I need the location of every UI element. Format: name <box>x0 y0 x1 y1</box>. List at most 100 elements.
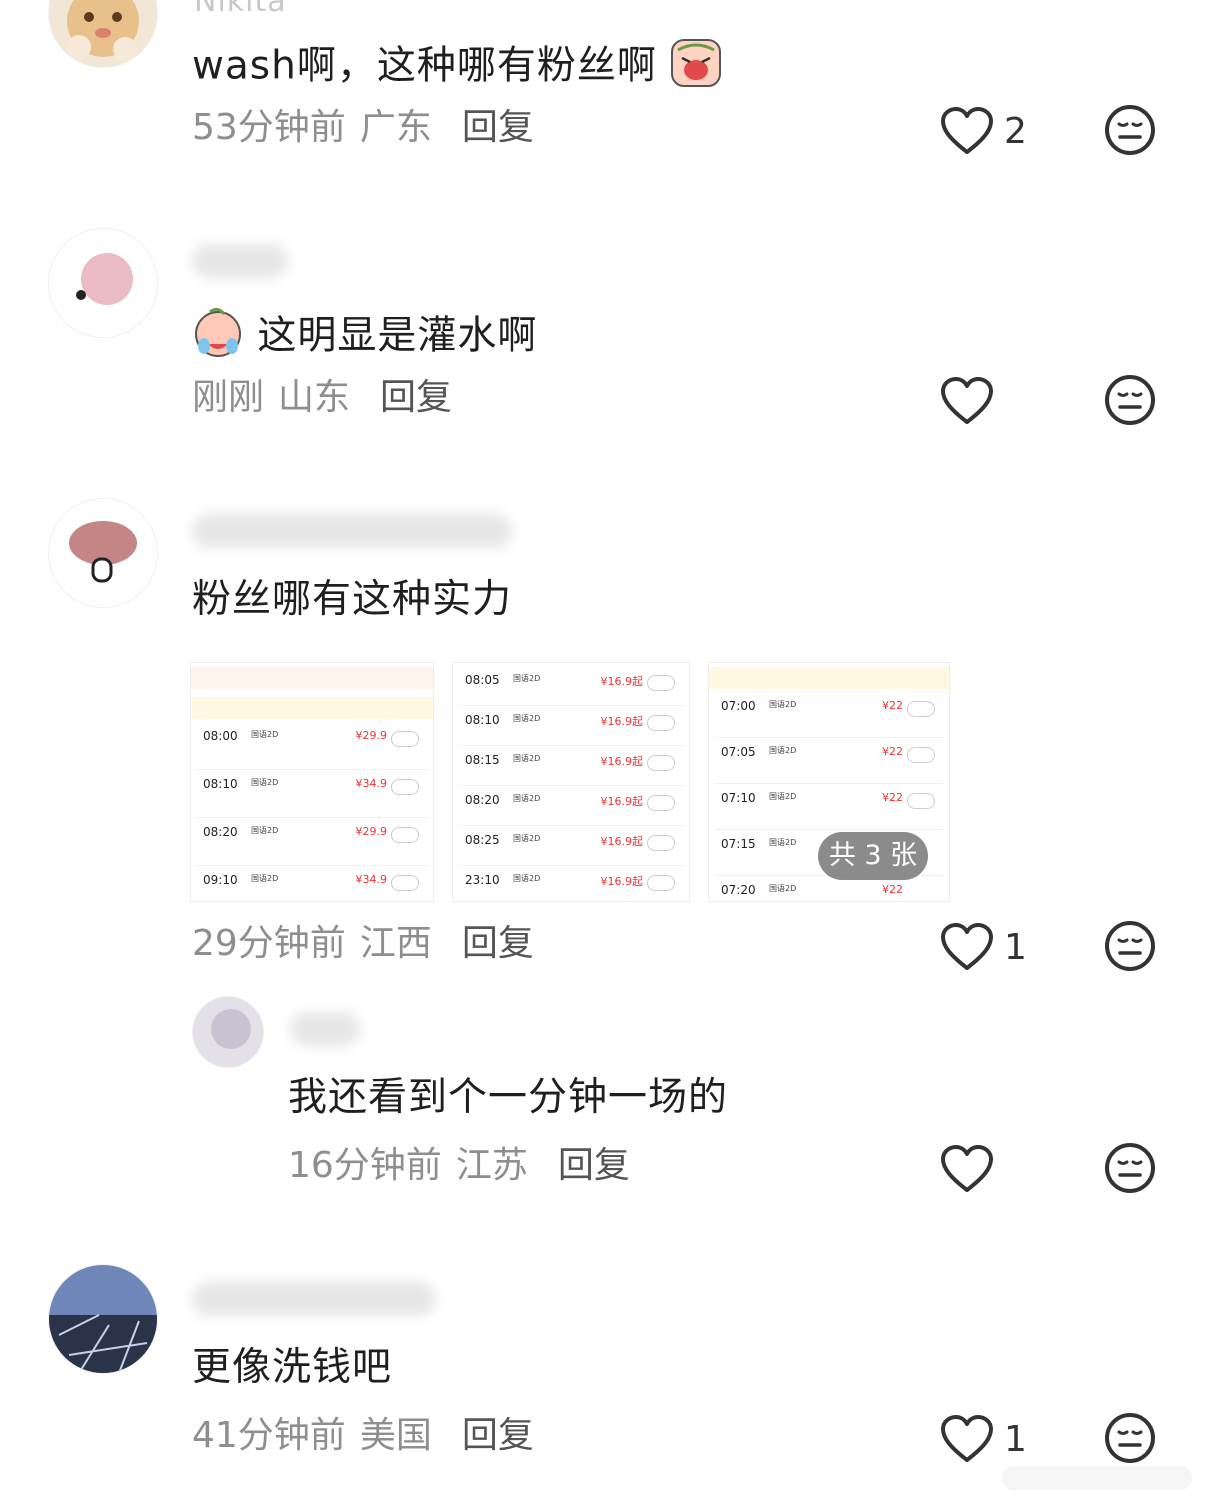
showtime: 08:10 <box>203 777 238 791</box>
price: ¥16.9起 <box>600 795 644 808</box>
like-count: 2 <box>1004 111 1027 152</box>
showtime: 08:20 <box>465 793 500 807</box>
location: 江西 <box>359 923 432 964</box>
heart-outline-icon[interactable] <box>940 922 994 972</box>
book-button[interactable] <box>647 715 675 731</box>
format: 国语2D <box>513 834 541 843</box>
book-button[interactable] <box>907 793 935 809</box>
showtime: 08:00 <box>203 729 238 743</box>
price: ¥16.9起 <box>600 675 644 688</box>
timestamp: 16分钟前 <box>288 1145 442 1186</box>
format: 国语2D <box>769 700 797 709</box>
heart-outline-icon[interactable] <box>940 106 994 156</box>
price: ¥34.9 <box>355 873 388 886</box>
price: ¥16.9起 <box>600 835 644 848</box>
timestamp: 29分钟前 <box>192 923 346 964</box>
showtime: 08:10 <box>465 713 500 727</box>
heart-outline-icon[interactable] <box>940 376 994 426</box>
comment-text: 这明显是灌水啊 <box>192 306 537 370</box>
showtime: 08:05 <box>465 673 500 687</box>
neutral-face-icon[interactable] <box>1104 920 1156 972</box>
price: ¥29.9 <box>355 825 388 838</box>
comment-meta: 53分钟前 广东 回复 <box>192 106 534 150</box>
username[interactable]: Nikita <box>194 0 287 26</box>
showtime: 08:20 <box>203 825 238 839</box>
image-count-badge[interactable]: 共 3 张 <box>818 832 928 880</box>
timestamp: 刚刚 <box>192 377 265 418</box>
user-avatar[interactable] <box>48 498 158 608</box>
like-count: 1 <box>1004 1419 1027 1460</box>
format: 国语2D <box>769 746 797 755</box>
format: 国语2D <box>769 884 797 893</box>
price: ¥34.9 <box>355 777 388 790</box>
book-button[interactable] <box>647 755 675 771</box>
reply-button[interactable]: 回复 <box>462 923 534 964</box>
like-count: 1 <box>1004 927 1027 968</box>
location: 江苏 <box>455 1145 528 1186</box>
reply-button[interactable]: 回复 <box>558 1145 630 1186</box>
format: 国语2D <box>769 838 797 847</box>
reply-button[interactable]: 回复 <box>380 377 452 418</box>
book-button[interactable] <box>647 675 675 691</box>
username-blurred[interactable] <box>192 244 288 278</box>
format: 国语2D <box>513 714 541 723</box>
book-button[interactable] <box>647 835 675 851</box>
heart-outline-icon[interactable] <box>940 1144 994 1194</box>
book-button[interactable] <box>907 701 935 717</box>
location: 山东 <box>278 377 351 418</box>
format: 国语2D <box>251 730 279 739</box>
username-blurred[interactable] <box>192 1282 436 1316</box>
watermark-overlay <box>1002 1464 1192 1492</box>
neutral-face-icon[interactable] <box>1104 1142 1156 1194</box>
username-blurred[interactable] <box>290 1012 360 1046</box>
comment-text: 更像洗钱吧 <box>192 1345 393 1390</box>
username-blurred[interactable] <box>192 514 512 548</box>
screenshot-thumbnail-2[interactable]: 08:05 国语2D ¥16.9起 08:10 国语2D ¥16.9起 08:1… <box>452 662 690 902</box>
price: ¥16.9起 <box>600 715 644 728</box>
book-button[interactable] <box>391 875 419 891</box>
comment-text: 粉丝哪有这种实力 <box>192 577 513 622</box>
laughing-crying-emoji-icon <box>192 306 244 370</box>
showtime: 07:10 <box>721 791 756 805</box>
book-button[interactable] <box>391 827 419 843</box>
showtime: 07:05 <box>721 745 756 759</box>
price: ¥22 <box>882 791 903 804</box>
reply-button[interactable]: 回复 <box>462 107 534 148</box>
book-button[interactable] <box>907 747 935 763</box>
comment-meta: 16分钟前 江苏 回复 <box>288 1144 630 1188</box>
screenshot-thumbnail-1[interactable]: 08:00 国语2D ¥29.9 08:10 国语2D ¥34.9 08:20 … <box>190 662 434 902</box>
showtime: 08:15 <box>465 753 500 767</box>
price: ¥22 <box>882 883 903 896</box>
format: 国语2D <box>513 794 541 803</box>
format: 国语2D <box>251 778 279 787</box>
format: 国语2D <box>769 792 797 801</box>
image-gallery[interactable]: 08:00 国语2D ¥29.9 08:10 国语2D ¥34.9 08:20 … <box>190 662 950 902</box>
price: ¥16.9起 <box>600 875 644 888</box>
user-avatar[interactable] <box>48 228 158 338</box>
comment-text-content: wash啊，这种哪有粉丝啊 <box>192 43 657 89</box>
user-avatar[interactable] <box>192 996 264 1068</box>
comment-text: wash啊，这种哪有粉丝啊 <box>192 36 722 100</box>
location: 广东 <box>359 107 432 148</box>
comment-text-content: 这明显是灌水啊 <box>257 313 538 359</box>
showtime: 08:25 <box>465 833 500 847</box>
book-button[interactable] <box>391 731 419 747</box>
showtime: 07:15 <box>721 837 756 851</box>
neutral-face-icon[interactable] <box>1104 374 1156 426</box>
timestamp: 41分钟前 <box>192 1415 346 1456</box>
reply-button[interactable]: 回复 <box>462 1415 534 1456</box>
book-button[interactable] <box>647 875 675 891</box>
user-avatar[interactable] <box>48 0 158 68</box>
book-button[interactable] <box>391 779 419 795</box>
showtime: 09:10 <box>203 873 238 887</box>
location: 美国 <box>359 1415 432 1456</box>
format: 国语2D <box>251 826 279 835</box>
format: 国语2D <box>513 874 541 883</box>
format: 国语2D <box>251 874 279 883</box>
user-avatar[interactable] <box>48 1264 158 1374</box>
neutral-face-icon[interactable] <box>1104 104 1156 156</box>
neutral-face-icon[interactable] <box>1104 1412 1156 1464</box>
heart-outline-icon[interactable] <box>940 1414 994 1464</box>
comment-meta: 刚刚 山东 回复 <box>192 376 452 420</box>
book-button[interactable] <box>647 795 675 811</box>
